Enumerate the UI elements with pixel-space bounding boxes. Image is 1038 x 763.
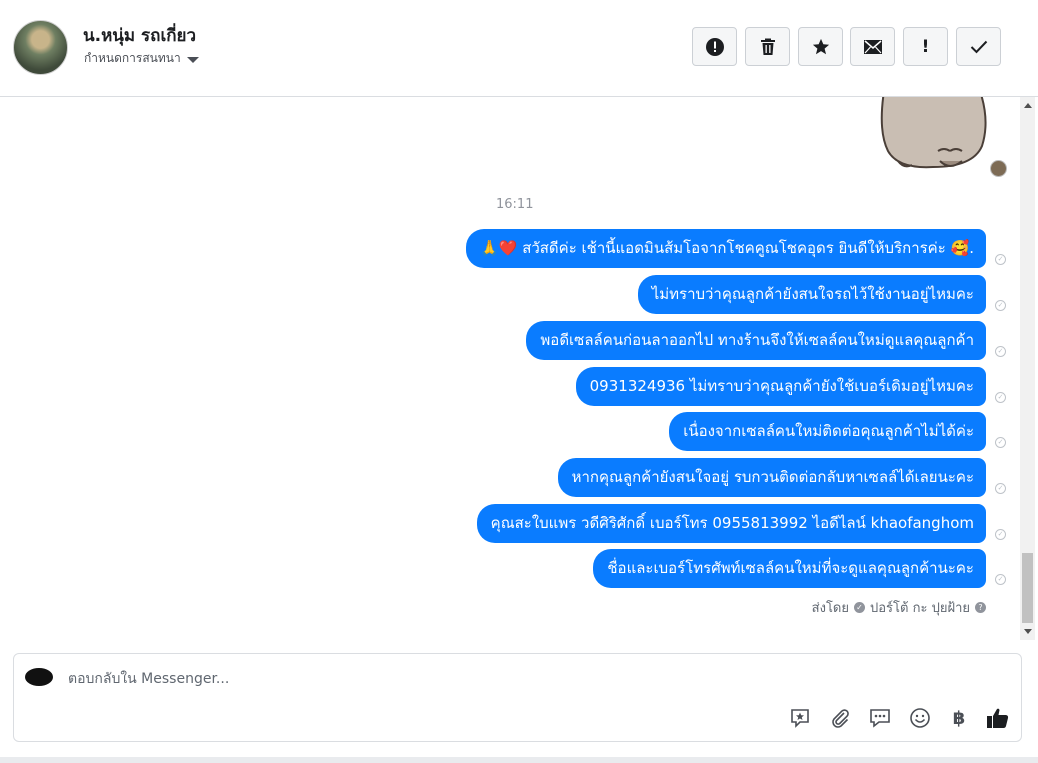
baht-payment-icon: ฿ bbox=[952, 707, 966, 729]
emoji-button[interactable] bbox=[908, 706, 932, 730]
delivered-check-icon: ✓ bbox=[995, 346, 1006, 357]
delete-button[interactable] bbox=[745, 27, 790, 66]
mark-unread-button[interactable] bbox=[850, 27, 895, 66]
conversation-settings-label: กำหนดการสนทนา bbox=[84, 51, 181, 65]
conversation-settings-dropdown[interactable]: กำหนดการสนทนา bbox=[84, 49, 199, 68]
alert-circle-icon bbox=[705, 37, 724, 56]
payment-button[interactable]: ฿ bbox=[947, 706, 971, 730]
message-bubble[interactable]: พอดีเซลล์คนก่อนลาออกไป ทางร้านจึงให้เซลล… bbox=[526, 321, 986, 360]
sent-by-label: ส่งโดย bbox=[811, 601, 849, 616]
page-avatar bbox=[25, 668, 53, 686]
quick-reply-button[interactable] bbox=[868, 706, 892, 730]
sent-by-line: ส่งโดย ✓ ปอร์โต้ กะ ปุยฝ้าย ? bbox=[812, 597, 986, 618]
message-bubble[interactable]: ไม่ทราบว่าคุณลูกค้ายังสนใจรถไว้ใช้งานอยู… bbox=[637, 275, 986, 314]
message-bubble[interactable]: ชื่อและเบอร์โทรศัพท์เซลล์คนใหม่ที่จะดูแล… bbox=[593, 549, 986, 588]
star-button[interactable] bbox=[798, 27, 843, 66]
delivered-check-icon: ✓ bbox=[995, 392, 1006, 403]
like-button[interactable] bbox=[986, 706, 1010, 730]
attach-file-button[interactable] bbox=[828, 706, 852, 730]
thread-scrollbar[interactable] bbox=[1020, 97, 1035, 640]
message-bubble[interactable]: หากคุณลูกค้ายังสนใจอยู่ รบกวนติดต่อกลับห… bbox=[557, 458, 986, 497]
delivered-check-icon: ✓ bbox=[995, 254, 1006, 265]
verified-check-icon: ✓ bbox=[854, 602, 865, 613]
pusheen-sticker bbox=[880, 97, 987, 169]
reply-input[interactable] bbox=[66, 666, 770, 692]
message-bubble[interactable]: 🙏❤️ สวัสดีค่ะ เช้านี้แอดมินส้มโอจากโชคคู… bbox=[466, 229, 986, 268]
message-bubble[interactable]: เนื่องจากเซลล์คนใหม่ติดต่อคุณลูกค้าไม่ได… bbox=[669, 412, 986, 451]
scroll-up-arrow-icon[interactable] bbox=[1024, 103, 1032, 108]
trash-icon bbox=[760, 38, 775, 55]
message-bubble[interactable]: คุณสะใบแพร วดีศิริศักดิ์ เบอร์โทร 095581… bbox=[476, 504, 986, 543]
delivered-check-icon: ✓ bbox=[995, 529, 1006, 540]
reply-composer: ฿ bbox=[13, 653, 1022, 742]
read-receipt-avatar bbox=[990, 160, 1007, 177]
caret-down-icon bbox=[186, 56, 199, 63]
attachment-icon bbox=[832, 709, 849, 728]
scroll-thumb[interactable] bbox=[1022, 553, 1033, 623]
window-bottom-edge bbox=[0, 757, 1038, 763]
contact-name[interactable]: น.หนุ่ม รถเกี่ยว bbox=[83, 22, 196, 49]
mark-done-button[interactable] bbox=[956, 27, 1001, 66]
star-icon bbox=[812, 38, 829, 54]
exclamation-icon: ! bbox=[921, 36, 930, 57]
delivered-check-icon: ✓ bbox=[995, 483, 1006, 494]
like-icon bbox=[987, 708, 1009, 728]
scroll-down-arrow-icon[interactable] bbox=[1024, 629, 1032, 634]
message-thread: 16:11 🙏❤️ สวัสดีค่ะ เช้านี้แอดมินส้มโอจา… bbox=[0, 97, 1020, 640]
chat-bubble-icon bbox=[870, 709, 890, 728]
contact-avatar[interactable] bbox=[13, 20, 68, 75]
saved-reply-button[interactable] bbox=[788, 706, 812, 730]
message-bubble[interactable]: 0931324936 ไม่ทราบว่าคุณลูกค้ายังใช้เบอร… bbox=[575, 367, 986, 406]
delivered-check-icon: ✓ bbox=[995, 300, 1006, 311]
sent-by-name[interactable]: ปอร์โต้ กะ ปุยฝ้าย bbox=[870, 597, 970, 618]
help-icon[interactable]: ? bbox=[975, 602, 986, 613]
saved-reply-icon bbox=[791, 709, 809, 728]
mark-spam-button[interactable] bbox=[692, 27, 737, 66]
conversation-header: น.หนุ่ม รถเกี่ยว กำหนดการสนทนา ! bbox=[0, 0, 1038, 97]
message-timestamp: 16:11 bbox=[496, 197, 534, 212]
follow-up-button[interactable]: ! bbox=[903, 27, 948, 66]
emoji-icon bbox=[910, 708, 930, 728]
check-icon bbox=[970, 40, 987, 53]
delivered-check-icon: ✓ bbox=[995, 437, 1006, 448]
delivered-check-icon: ✓ bbox=[995, 574, 1006, 585]
envelope-icon bbox=[863, 39, 882, 54]
